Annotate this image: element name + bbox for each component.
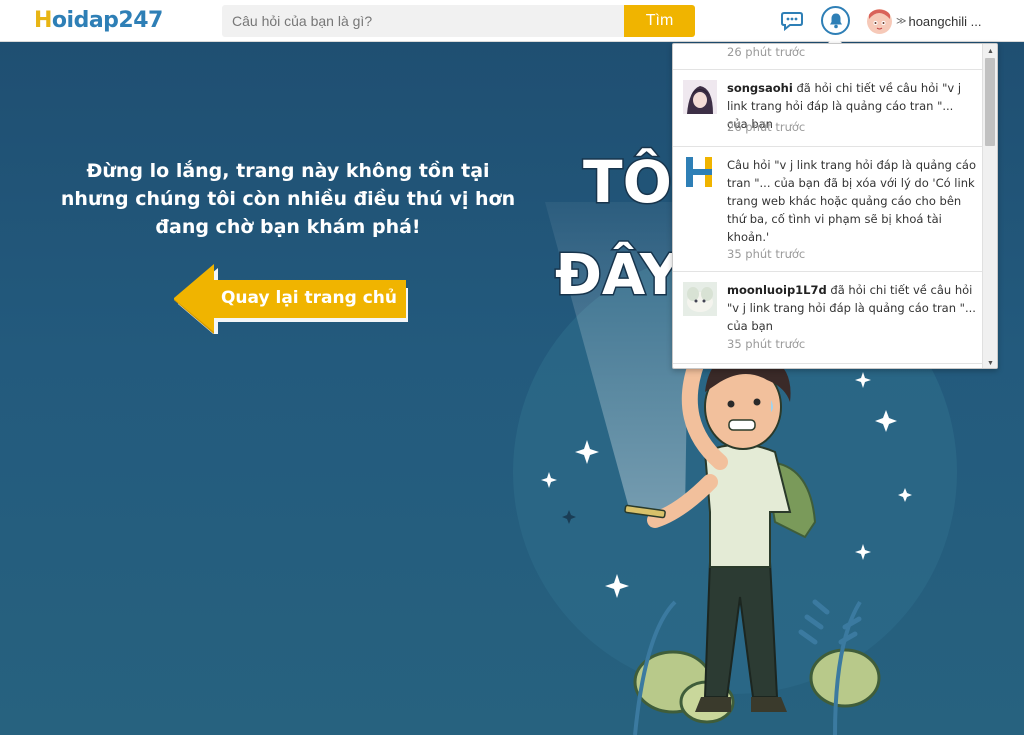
dropdown-caret bbox=[828, 36, 842, 43]
username: hoangchili ... bbox=[908, 13, 982, 29]
avatar bbox=[683, 80, 717, 114]
notification-user: songsaohi bbox=[727, 81, 793, 95]
illustration-word-2: ĐÂY bbox=[555, 243, 682, 308]
avatar bbox=[867, 8, 892, 34]
avatar bbox=[683, 282, 717, 316]
list-item[interactable]: songsaohi đã hỏi chi tiết về câu hỏi "v … bbox=[673, 70, 983, 147]
list-item[interactable]: 26 phút trước bbox=[673, 44, 983, 70]
back-home-label: Quay lại trang chủ bbox=[220, 288, 397, 308]
search-input[interactable] bbox=[222, 5, 624, 37]
notification-text: Câu hỏi "v j link trang hỏi đáp là quảng… bbox=[727, 158, 976, 244]
notifications-scrollbar[interactable]: ▲ ▼ bbox=[982, 44, 997, 368]
scroll-up-arrow-icon[interactable]: ▲ bbox=[983, 44, 997, 58]
hoidap-logo-icon bbox=[686, 157, 712, 187]
scroll-down-arrow-icon[interactable]: ▼ bbox=[983, 356, 997, 368]
notification-time: 26 phút trước bbox=[727, 120, 806, 134]
notification-time: 35 phút trước bbox=[727, 247, 806, 261]
notification-user: moonluoip1L7d bbox=[727, 283, 827, 297]
notification-text: moonluoip1L7d đã hỏi chi tiết về câu hỏi… bbox=[727, 281, 977, 335]
site-logo[interactable]: Hoidap247 .com bbox=[34, 7, 163, 48]
not-found-message: Đừng lo lắng, trang này không tồn tại nh… bbox=[60, 160, 516, 238]
back-home-button[interactable]: Quay lại trang chủ bbox=[170, 264, 412, 334]
search-button[interactable]: Tìm bbox=[624, 5, 695, 37]
messages-button[interactable] bbox=[779, 8, 805, 34]
notifications-button[interactable] bbox=[821, 6, 850, 35]
scroll-thumb[interactable] bbox=[985, 58, 995, 146]
user-menu[interactable]: ≫ hoangchili ... bbox=[867, 8, 981, 34]
notifications-list: 26 phút trước songsaohi đã hỏi chi tiết … bbox=[673, 44, 983, 368]
logo-letter: H bbox=[34, 8, 52, 33]
chevron-down-icon: ≫ bbox=[896, 15, 907, 27]
list-item[interactable]: moonluoip1L7d đã hỏi chi tiết về câu hỏi… bbox=[673, 272, 983, 364]
notification-time: 35 phút trước bbox=[727, 337, 806, 351]
notifications-dropdown: 26 phút trước songsaohi đã hỏi chi tiết … bbox=[672, 43, 998, 369]
bell-icon bbox=[829, 13, 842, 29]
notification-time: 26 phút trước bbox=[727, 45, 806, 59]
list-item[interactable]: Câu hỏi "v j link trang hỏi đáp là quảng… bbox=[673, 147, 983, 272]
top-navbar: Hoidap247 .com Tìm ≫ hoangchili ... bbox=[0, 0, 1024, 48]
chat-icon bbox=[781, 12, 803, 31]
